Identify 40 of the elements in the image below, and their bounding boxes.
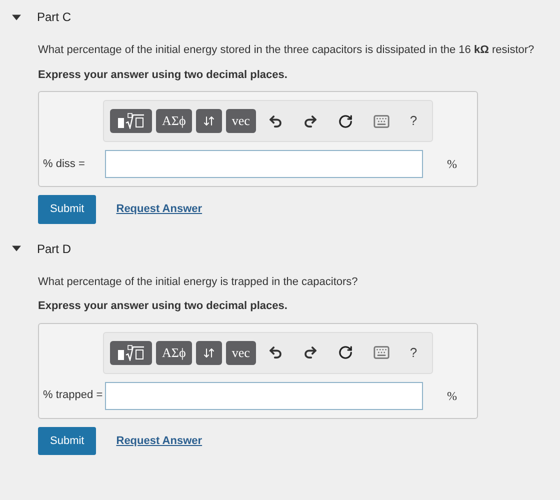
part-title: Part C bbox=[37, 9, 72, 26]
answer-label: % trapped = bbox=[42, 388, 104, 404]
submit-button[interactable]: Submit bbox=[38, 195, 96, 224]
keyboard-icon bbox=[372, 344, 390, 361]
template-button[interactable] bbox=[110, 340, 152, 364]
up-down-arrows-icon bbox=[202, 346, 215, 358]
up-down-arrows-icon bbox=[202, 115, 215, 127]
request-answer-link[interactable]: Request Answer bbox=[116, 432, 202, 449]
unit-label: % bbox=[447, 156, 457, 173]
help-button[interactable]: ? bbox=[402, 342, 426, 362]
symbol-button[interactable]: vec bbox=[226, 109, 256, 133]
undo-icon bbox=[268, 345, 283, 360]
answer-field[interactable] bbox=[105, 382, 423, 410]
redo-icon bbox=[302, 114, 318, 128]
part-title: Part D bbox=[37, 240, 72, 258]
question-text: What percentage of the initial energy is trapped in the capacitors? bbox=[38, 274, 359, 290]
collapse-caret-icon[interactable] bbox=[12, 12, 21, 22]
submit-button[interactable]: Submit bbox=[38, 426, 96, 455]
radical-template-icon bbox=[117, 113, 145, 129]
reset-icon bbox=[338, 114, 353, 128]
instruction-text: Express your answer using two decimal places. bbox=[38, 299, 288, 314]
symbol-button[interactable]: vec bbox=[226, 340, 256, 364]
symbol-button[interactable]: ΑΣϕ bbox=[156, 109, 192, 133]
reset-icon bbox=[338, 345, 353, 360]
question-text: What percentage of the initial energy stored in the three capacitors is dissipated in the 16 kΩ resistor? bbox=[38, 43, 536, 58]
help-button[interactable]: ? bbox=[402, 111, 426, 131]
unit-label: % bbox=[447, 388, 457, 404]
keyboard-icon bbox=[372, 112, 390, 130]
symbol-button[interactable]: ΑΣϕ bbox=[156, 340, 192, 364]
template-button[interactable] bbox=[110, 109, 152, 133]
collapse-caret-icon[interactable] bbox=[12, 244, 21, 253]
answer-label: % diss = bbox=[42, 156, 86, 172]
redo-icon bbox=[302, 345, 318, 360]
arrows-button[interactable] bbox=[196, 109, 222, 133]
radical-template-icon bbox=[117, 344, 145, 360]
answer-field[interactable] bbox=[105, 150, 423, 178]
arrows-button[interactable] bbox=[196, 340, 222, 364]
undo-icon bbox=[268, 114, 283, 128]
request-answer-link[interactable]: Request Answer bbox=[116, 201, 202, 218]
instruction-text: Express your answer using two decimal places. bbox=[38, 68, 288, 82]
